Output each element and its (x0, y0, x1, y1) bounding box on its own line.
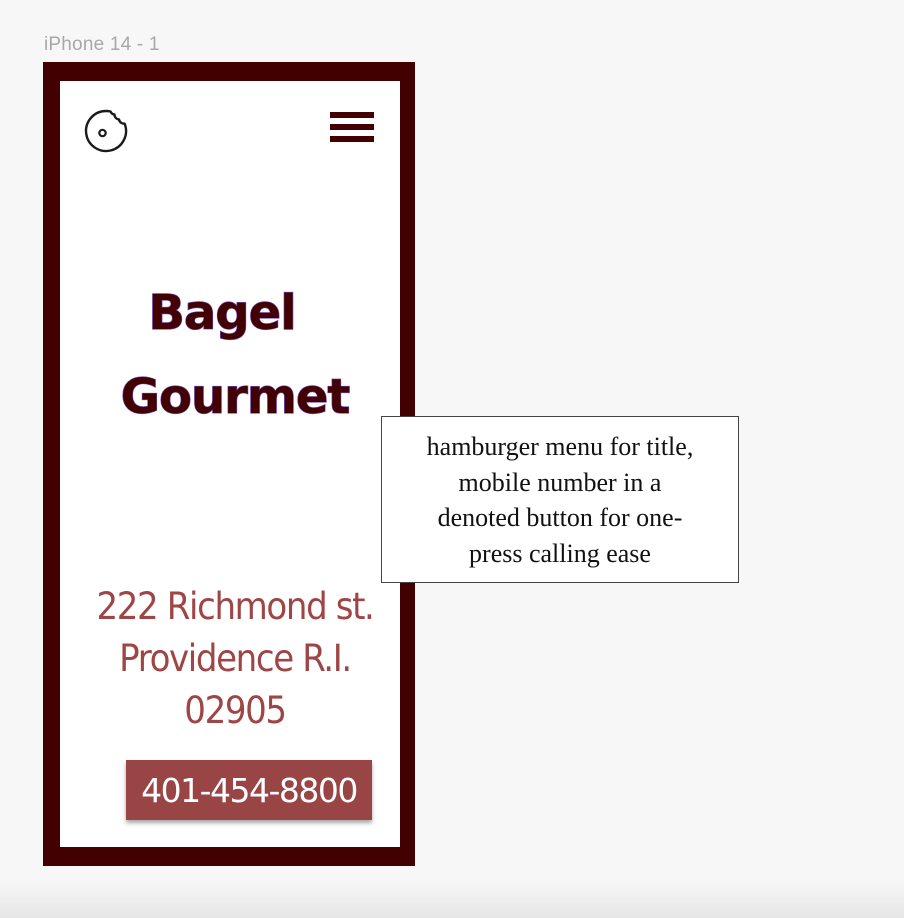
address-zip: 02905 (184, 689, 287, 732)
title-line-1: Bagel (148, 284, 298, 341)
address-block: 222 Richmond st. Providence R.I. 02905 (74, 581, 396, 737)
note-line: mobile number in a (458, 467, 662, 497)
artboard-label: iPhone 14 - 1 (44, 34, 160, 55)
hamburger-menu-icon[interactable] (330, 112, 376, 146)
note-line: hamburger menu for title, (426, 432, 694, 461)
phone-frame: Bagel Gourmet 222 Richmond st. Providenc… (43, 62, 415, 866)
address-street: 222 Richmond st. (96, 585, 374, 628)
page-title: Bagel Gourmet (60, 271, 400, 439)
phone-screen: Bagel Gourmet 222 Richmond st. Providenc… (60, 81, 400, 847)
title-line-2: Gourmet (120, 368, 351, 425)
bagel-icon[interactable] (82, 107, 130, 155)
annotation-note: hamburger menu for title, mobile number … (381, 416, 739, 583)
call-phone-button[interactable]: 401-454-8800 (126, 760, 372, 820)
canvas-bottom-edge (0, 880, 904, 918)
hamburger-bar (330, 112, 374, 118)
note-line: press calling ease (469, 538, 651, 568)
hamburger-bar (330, 124, 374, 130)
address-city: Providence R.I. (119, 637, 352, 680)
hamburger-bar (330, 136, 374, 142)
note-line: denoted button for one- (437, 503, 683, 532)
